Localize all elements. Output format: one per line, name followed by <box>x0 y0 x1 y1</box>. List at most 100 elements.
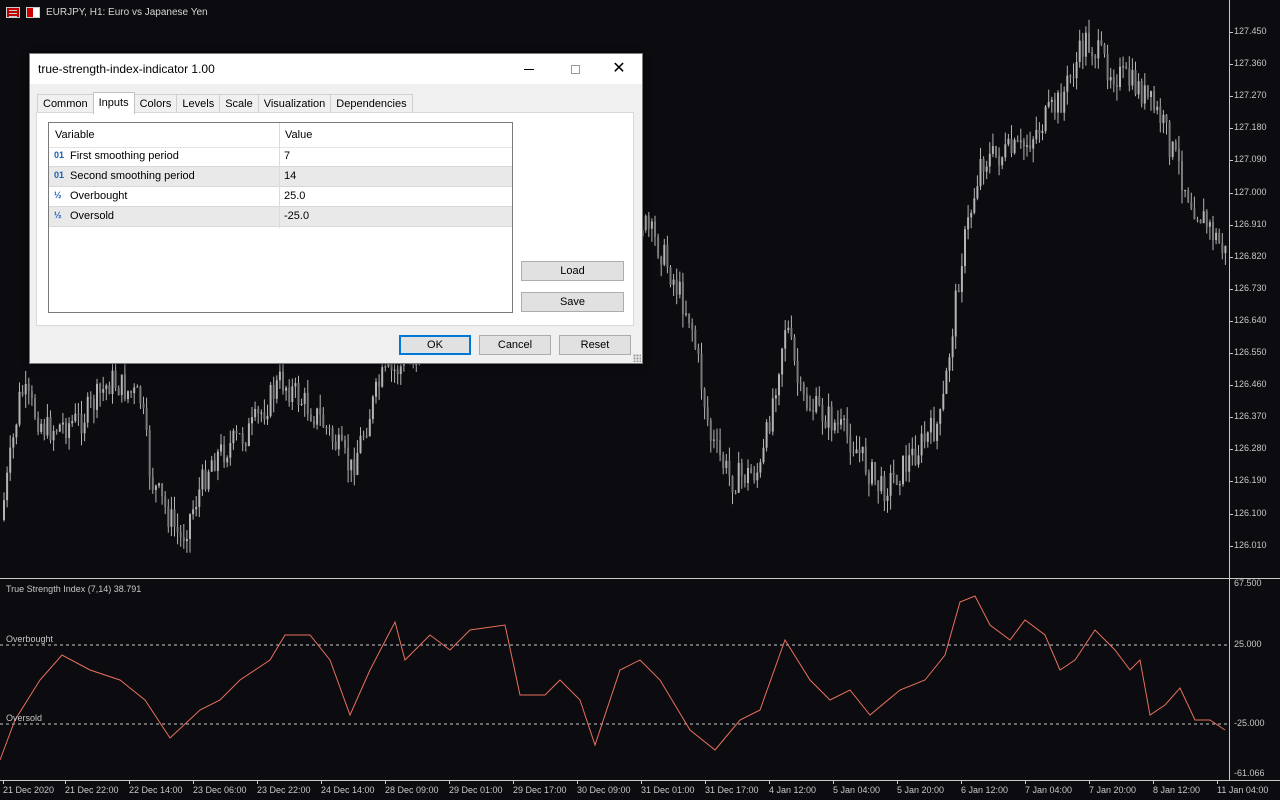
candle-body <box>973 198 976 213</box>
time-axis-label: 7 Jan 04:00 <box>1025 785 1073 795</box>
pane-separator[interactable] <box>0 578 1280 579</box>
candle-body <box>40 423 43 432</box>
price-axis-label: 127.270 <box>1234 90 1267 101</box>
minimize-button[interactable] <box>506 54 552 84</box>
candle-body <box>263 412 266 420</box>
resize-grip-icon[interactable] <box>633 354 641 362</box>
price-axis-label: 126.370 <box>1234 411 1267 422</box>
time-axis-tick <box>961 781 962 784</box>
save-button[interactable]: Save <box>521 292 624 312</box>
tab-visualization[interactable]: Visualization <box>257 94 332 113</box>
dialog-titlebar[interactable]: true-strength-index-indicator 1.00 ✕ <box>30 54 642 84</box>
candle-body <box>251 417 253 424</box>
cancel-button[interactable]: Cancel <box>479 335 551 355</box>
time-axis-tick <box>129 781 130 784</box>
candle-body <box>154 485 157 491</box>
candle-body <box>982 159 985 172</box>
column-header-variable[interactable]: Variable <box>55 129 95 141</box>
ok-button[interactable]: OK <box>399 335 471 355</box>
tab-inputs[interactable]: Inputs <box>92 92 135 114</box>
candle-body <box>1069 75 1072 77</box>
candle-body <box>297 383 300 405</box>
candle-body <box>316 408 319 425</box>
input-row[interactable]: ½ Overbought 25.0 <box>49 187 512 207</box>
candle-body <box>945 370 948 394</box>
price-axis-label: 126.730 <box>1234 282 1267 293</box>
candle-body <box>697 347 700 354</box>
input-row[interactable]: ½ Oversold -25.0 <box>49 207 512 227</box>
input-value[interactable]: 7 <box>284 150 290 162</box>
candle-body <box>334 441 337 450</box>
candle-body <box>1128 68 1131 86</box>
tab-colors[interactable]: Colors <box>133 94 178 113</box>
indicator-axis-label: 67.500 <box>1234 578 1262 588</box>
candle-body <box>127 391 129 400</box>
load-button[interactable]: Load <box>521 261 624 281</box>
input-value[interactable]: 25.0 <box>284 190 305 202</box>
candle-body <box>350 459 353 471</box>
candle-body <box>1084 32 1087 57</box>
indicator-chart[interactable] <box>0 580 1229 780</box>
chart-menu-icon[interactable] <box>6 7 20 18</box>
input-row[interactable]: 01 First smoothing period 7 <box>49 147 512 167</box>
candle-body <box>46 416 49 436</box>
candle-body <box>148 430 151 477</box>
candle-body <box>309 414 312 421</box>
candle-body <box>1001 157 1004 166</box>
candle-body <box>9 447 12 473</box>
time-axis-label: 5 Jan 04:00 <box>833 785 881 795</box>
tab-dependencies[interactable]: Dependencies <box>330 94 413 113</box>
candle-body <box>158 483 160 486</box>
chart-title-bar: EURJPY, H1: Euro vs Japanese Yen <box>6 7 208 18</box>
candle-body <box>846 418 849 436</box>
flag-icon <box>26 7 40 18</box>
reset-button[interactable]: Reset <box>559 335 631 355</box>
candle-body <box>1078 40 1081 62</box>
candle-body <box>874 462 877 481</box>
overbought-level-label: Overbought <box>6 634 54 644</box>
candle-body <box>384 366 387 368</box>
maximize-button[interactable] <box>552 54 598 84</box>
tab-scale[interactable]: Scale <box>219 94 259 113</box>
candle-body <box>375 381 377 397</box>
candle-body <box>976 186 979 199</box>
candle-body <box>892 472 895 476</box>
candle-body <box>709 420 712 441</box>
candle-body <box>815 395 818 412</box>
candle-body <box>1218 232 1221 244</box>
candle-body <box>182 536 185 542</box>
candle-body <box>1032 139 1035 149</box>
candle-body <box>216 451 219 471</box>
candle-body <box>688 313 691 324</box>
candle-body <box>1171 141 1174 157</box>
candle-body <box>911 448 914 456</box>
candle-body <box>675 279 678 295</box>
candle-body <box>266 415 269 420</box>
candle-body <box>1091 51 1094 57</box>
candle-body <box>133 387 136 394</box>
candle-body <box>1044 106 1047 132</box>
tab-common[interactable]: Common <box>37 94 94 113</box>
candle-body <box>1174 141 1177 149</box>
candle-body <box>241 433 244 444</box>
column-separator[interactable] <box>279 123 280 228</box>
time-axis-label: 8 Jan 12:00 <box>1153 785 1201 795</box>
candle-body <box>1019 140 1022 142</box>
candle-body <box>793 336 796 361</box>
candle-body <box>685 313 687 315</box>
candle-body <box>849 435 852 453</box>
price-axis-tick <box>1230 481 1233 483</box>
price-axis-label: 126.280 <box>1234 443 1267 454</box>
tab-levels[interactable]: Levels <box>176 94 221 113</box>
candle-body <box>871 462 873 484</box>
column-header-value[interactable]: Value <box>285 129 312 141</box>
time-axis-tick <box>385 781 386 784</box>
time-axis-tick <box>513 781 514 784</box>
close-button[interactable]: ✕ <box>596 54 642 84</box>
input-row[interactable]: 01 Second smoothing period 14 <box>49 167 512 187</box>
input-value[interactable]: -25.0 <box>284 210 309 222</box>
input-value[interactable]: 14 <box>284 170 296 182</box>
price-axis-label: 127.450 <box>1234 26 1267 36</box>
candle-body <box>313 420 315 425</box>
time-axis-tick <box>449 781 450 784</box>
